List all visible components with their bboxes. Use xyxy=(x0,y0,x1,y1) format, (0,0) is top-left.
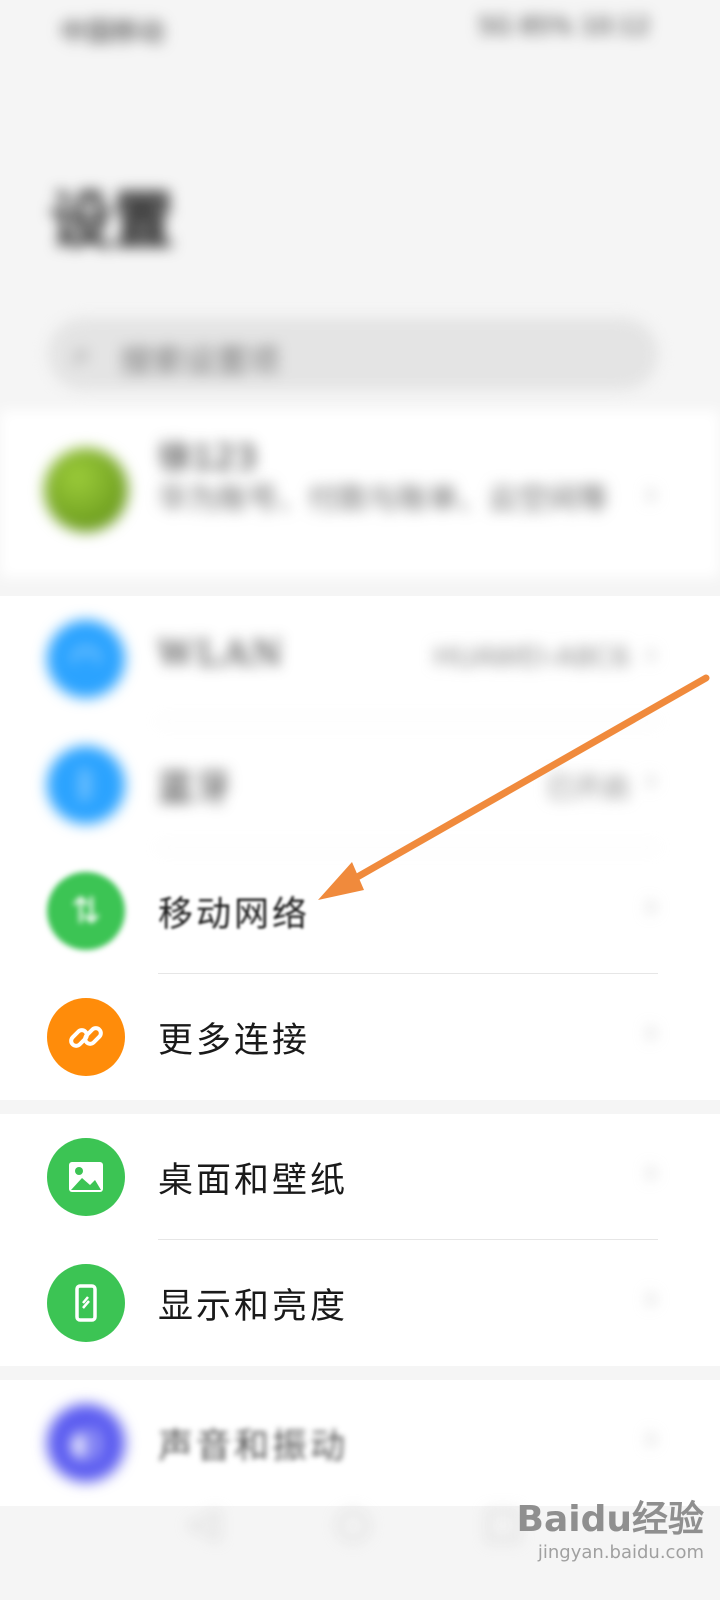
arrow-shaft xyxy=(334,674,710,892)
annotation-arrow xyxy=(318,674,710,900)
watermark-url: jingyan.baidu.com xyxy=(537,1542,704,1563)
watermark: Baidu经验 jingyan.baidu.com xyxy=(517,1490,704,1563)
arrow-head xyxy=(318,862,364,900)
watermark-brand: Baidu经验 xyxy=(516,1499,704,1540)
